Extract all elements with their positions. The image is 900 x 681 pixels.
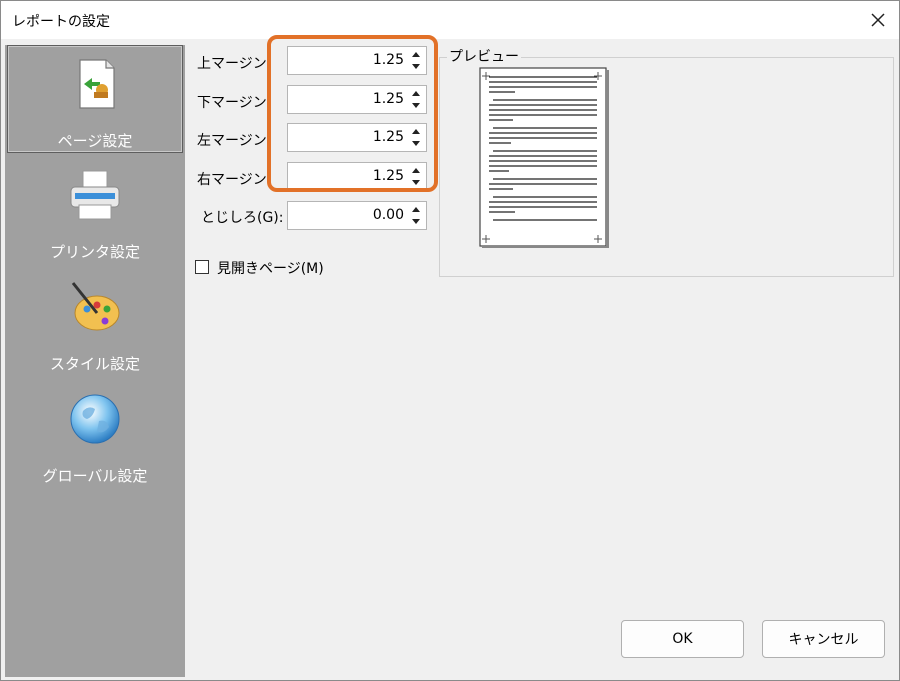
sidebar-item-printer-settings[interactable]: プリンタ設定 xyxy=(7,157,183,265)
sidebar-item-global-settings[interactable]: グローバル設定 xyxy=(7,381,183,489)
sidebar-item-style-settings[interactable]: スタイル設定 xyxy=(7,269,183,377)
page-setup-icon xyxy=(79,59,115,109)
cancel-button[interactable]: キャンセル xyxy=(762,620,885,658)
spin-down-button[interactable] xyxy=(408,216,424,227)
facing-pages-checkbox[interactable] xyxy=(195,260,209,274)
dialog-title: レポートの設定 xyxy=(12,14,110,30)
arrow-down-icon xyxy=(412,219,420,224)
sidebar-item-label: グローバル設定 xyxy=(42,467,148,485)
sidebar-item-label: プリンタ設定 xyxy=(49,243,140,261)
close-button[interactable] xyxy=(863,5,893,35)
arrow-up-icon xyxy=(412,207,420,212)
settings-sidebar: ページ設定 プリンタ設定 スタイル設定 グローバル設定 xyxy=(5,45,185,677)
page-preview xyxy=(479,67,609,248)
report-settings-dialog: レポートの設定 ページ設定 プリンタ設定 スタイル設定 グローバル設定 上マージ… xyxy=(0,0,900,681)
palette-icon xyxy=(71,282,120,331)
gutter-label: とじしろ(G): xyxy=(201,210,284,226)
globe-icon xyxy=(70,394,120,444)
margin-fields-highlight xyxy=(267,35,438,192)
top-margin-label: 上マージン xyxy=(197,56,267,72)
printer-icon xyxy=(70,170,120,220)
sidebar-item-page-setup[interactable]: ページ設定 xyxy=(7,45,183,153)
sidebar-item-label: ページ設定 xyxy=(57,132,133,150)
left-margin-label: 左マージン xyxy=(197,133,267,149)
gutter-input[interactable]: 0.00 xyxy=(287,201,427,230)
title-bar: レポートの設定 xyxy=(1,1,899,39)
sidebar-item-label: スタイル設定 xyxy=(49,355,140,373)
facing-pages-label[interactable]: 見開きページ(M) xyxy=(217,258,324,278)
right-margin-label: 右マージン xyxy=(197,172,267,188)
ok-button[interactable]: OK xyxy=(621,620,744,658)
close-icon xyxy=(871,13,885,27)
bottom-margin-label: 下マージン xyxy=(197,95,267,111)
preview-title: プレビュー xyxy=(447,46,521,66)
spin-up-button[interactable] xyxy=(408,204,424,215)
